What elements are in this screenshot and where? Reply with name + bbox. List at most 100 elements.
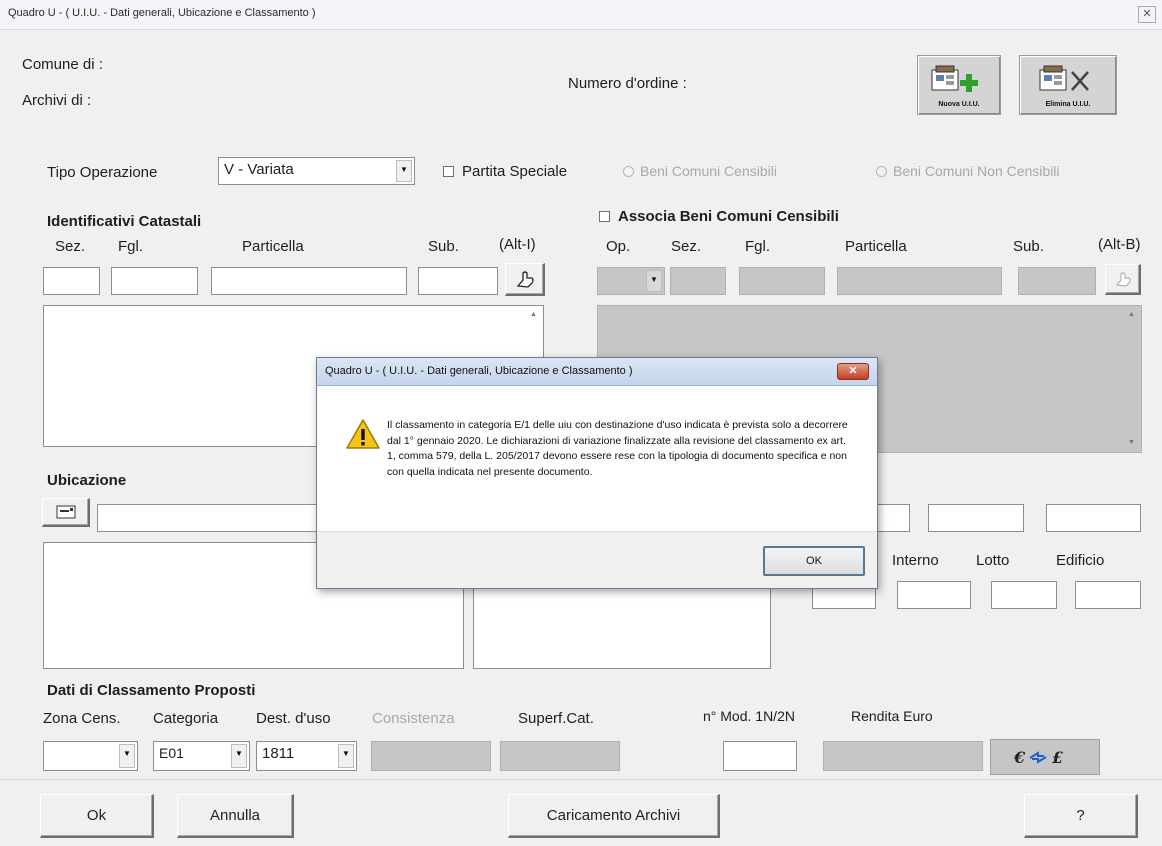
consistenza-input[interactable] — [371, 741, 491, 771]
form-edit-icon — [56, 505, 75, 519]
sub-input[interactable] — [418, 267, 498, 295]
op-select[interactable]: ▼ — [597, 267, 665, 295]
currency-convert-button[interactable]: € £ — [990, 739, 1100, 775]
dialog-ok-button[interactable]: OK — [763, 546, 865, 576]
scrollbar[interactable]: ▲ ▼ — [1123, 307, 1140, 451]
window-title: Quadro U - ( U.I.U. - Dati generali, Ubi… — [8, 7, 316, 19]
categoria-label: Categoria — [153, 710, 219, 727]
dialog-title: Quadro U - ( U.I.U. - Dati generali, Ubi… — [325, 365, 633, 377]
ubicazione-list-2[interactable] — [473, 585, 771, 669]
dest-uso-label: Dest. d'uso — [256, 710, 331, 727]
zona-cens-select[interactable]: ▼ — [43, 741, 138, 771]
dialog-footer: OK — [317, 531, 877, 588]
elimina-uiu-button[interactable]: Elimina U.I.U. — [1019, 55, 1117, 115]
associa-sez-label: Sez. — [671, 238, 702, 255]
edificio-input[interactable] — [1075, 581, 1141, 609]
associa-fgl-label: Fgl. — [745, 238, 771, 255]
ubicazione-edit-button[interactable] — [42, 498, 90, 527]
elimina-uiu-caption: Elimina U.I.U. — [1045, 101, 1091, 108]
ubicazione-field-2[interactable] — [928, 504, 1024, 532]
op-label: Op. — [606, 238, 631, 255]
categoria-value: E01 — [159, 745, 184, 761]
svg-text:€: € — [1013, 748, 1026, 767]
checkbox-box[interactable] — [443, 166, 454, 177]
interno-input[interactable] — [897, 581, 971, 609]
superf-cat-input[interactable] — [500, 741, 620, 771]
radio-circle[interactable] — [876, 166, 887, 177]
numero-ordine-label: Numero d'ordine : — [568, 75, 687, 92]
dialog-close-button[interactable]: ✕ — [837, 363, 869, 380]
chevron-down-icon[interactable]: ▼ — [338, 744, 354, 768]
associa-sez-input[interactable] — [670, 267, 726, 295]
alt-i-label: (Alt-I) — [499, 236, 536, 253]
window-titlebar: Quadro U - ( U.I.U. - Dati generali, Ubi… — [0, 0, 1162, 30]
interno-label: Interno — [892, 552, 939, 569]
associa-particella-label: Particella — [845, 238, 907, 255]
identificativi-title: Identificativi Catastali — [47, 213, 202, 230]
lotto-input[interactable] — [991, 581, 1057, 609]
window-close-button[interactable]: ✕ — [1138, 6, 1156, 23]
tipo-operazione-value: V - Variata — [224, 161, 294, 178]
nuova-uiu-caption: Nuova U.I.U. — [938, 101, 980, 108]
consistenza-label: Consistenza — [372, 710, 455, 727]
mod-input[interactable] — [723, 741, 797, 771]
sez-label: Sez. — [55, 238, 86, 255]
particella-input[interactable] — [211, 267, 407, 295]
tipo-operazione-select[interactable]: V - Variata ▼ — [218, 157, 415, 185]
partita-speciale-checkbox[interactable]: Partita Speciale — [443, 163, 567, 180]
associa-particella-input[interactable] — [837, 267, 1002, 295]
ubicazione-field-3[interactable] — [1046, 504, 1141, 532]
associa-title: Associa Beni Comuni Censibili — [618, 208, 839, 225]
alt-b-label: (Alt-B) — [1098, 236, 1141, 253]
chevron-down-icon[interactable]: ▼ — [396, 160, 412, 182]
beni-censibili-label: Beni Comuni Censibili — [640, 163, 777, 179]
rendita-input[interactable] — [823, 741, 983, 771]
beni-censibili-radio[interactable]: Beni Comuni Censibili — [623, 163, 777, 179]
associa-sub-input[interactable] — [1018, 267, 1096, 295]
dest-uso-value: 1811 — [262, 745, 295, 762]
chevron-down-icon[interactable]: ▼ — [119, 744, 135, 768]
ubicazione-field-1[interactable] — [876, 504, 910, 532]
fgl-input[interactable] — [111, 267, 198, 295]
warning-icon — [346, 419, 380, 449]
checkbox-box[interactable] — [599, 211, 610, 222]
categoria-select[interactable]: E01 ▼ — [153, 741, 250, 771]
pick-identificativi-button[interactable] — [505, 263, 545, 296]
dialog-titlebar: Quadro U - ( U.I.U. - Dati generali, Ubi… — [317, 358, 877, 386]
annulla-button[interactable]: Annulla — [177, 794, 294, 838]
delete-building-icon — [1039, 65, 1089, 91]
pick-associa-button[interactable] — [1105, 264, 1141, 295]
rendita-label: Rendita Euro — [851, 708, 933, 724]
beni-non-censibili-label: Beni Comuni Non Censibili — [893, 163, 1060, 179]
chevron-down-icon[interactable]: ▼ — [646, 270, 662, 292]
archivi-label: Archivi di : — [22, 92, 92, 109]
warning-dialog: Quadro U - ( U.I.U. - Dati generali, Ubi… — [316, 357, 878, 589]
sub-label: Sub. — [428, 238, 459, 255]
associa-fgl-input[interactable] — [739, 267, 825, 295]
ok-button[interactable]: Ok — [40, 794, 154, 838]
ubicazione-title: Ubicazione — [47, 472, 127, 489]
dest-uso-select[interactable]: 1811 ▼ — [256, 741, 357, 771]
lotto-label: Lotto — [976, 552, 1010, 569]
classamento-title: Dati di Classamento Proposti — [47, 682, 256, 699]
help-button[interactable]: ? — [1024, 794, 1138, 838]
new-building-icon — [931, 65, 978, 92]
partita-speciale-label: Partita Speciale — [462, 163, 568, 180]
dialog-message: Il classamento in categoria E/1 delle ui… — [387, 419, 848, 478]
currency-convert-icon: € £ — [1013, 748, 1063, 767]
fgl-label: Fgl. — [118, 238, 144, 255]
chevron-down-icon[interactable]: ▼ — [231, 744, 247, 768]
sez-input[interactable] — [43, 267, 100, 295]
associa-checkbox[interactable]: Associa Beni Comuni Censibili — [599, 208, 839, 225]
edificio-label: Edificio — [1056, 552, 1105, 569]
svg-text:£: £ — [1052, 748, 1063, 767]
caricamento-archivi-button[interactable]: Caricamento Archivi — [508, 794, 720, 838]
superf-cat-label: Superf.Cat. — [518, 710, 594, 727]
particella-label: Particella — [242, 238, 304, 255]
zona-cens-label: Zona Cens. — [43, 710, 121, 727]
radio-circle[interactable] — [623, 166, 634, 177]
pick-hand-icon — [516, 271, 534, 288]
nuova-uiu-button[interactable]: Nuova U.I.U. — [917, 55, 1001, 115]
beni-non-censibili-radio[interactable]: Beni Comuni Non Censibili — [876, 163, 1060, 179]
pick-hand-icon — [1115, 272, 1131, 287]
